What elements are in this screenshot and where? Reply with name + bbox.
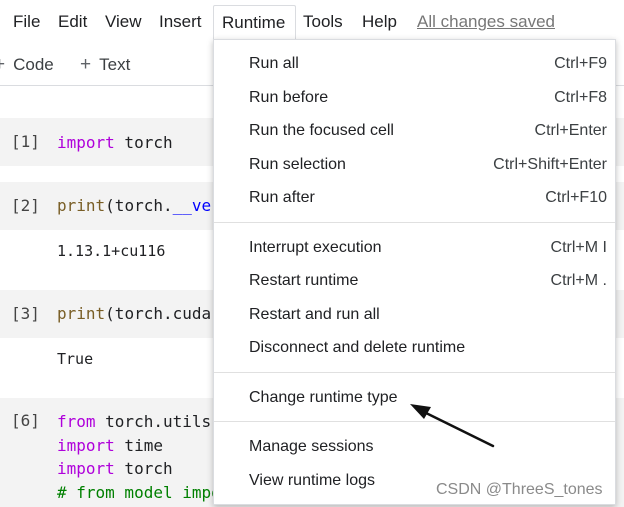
menu-help[interactable]: Help [362,11,397,33]
menu-item-shortcut: Ctrl+M I [550,239,607,256]
code-text: time [114,435,163,455]
menu-item-run-focused-cell[interactable]: Run the focused cell Ctrl+Enter [214,115,615,148]
add-code-button[interactable]: + Code [0,54,54,76]
code-keyword: import [57,133,115,152]
menu-item-shortcut: Ctrl+F10 [545,189,607,206]
menu-item-shortcut: Ctrl+F8 [554,89,607,106]
menu-item-restart-and-run-all[interactable]: Restart and run all [214,299,615,332]
menu-divider [214,372,615,373]
menu-insert[interactable]: Insert [159,11,202,33]
code-text: (torch.cuda [105,304,212,323]
code-function: print [57,196,106,215]
cell-code[interactable]: print(torch.__ve [57,194,211,218]
code-keyword: from [57,412,96,431]
code-function: print [57,304,106,323]
menu-item-restart-runtime[interactable]: Restart runtime Ctrl+M . [214,265,615,298]
code-keyword: import [57,435,115,455]
menu-bar: File Edit View Insert Runtime Tools Help… [0,0,624,44]
menu-edit[interactable]: Edit [58,11,87,33]
menu-item-run-all[interactable]: Run all Ctrl+F9 [214,48,615,81]
menu-item-run-selection[interactable]: Run selection Ctrl+Shift+Enter [214,149,615,182]
code-text: torch [114,133,173,152]
menu-item-shortcut: Ctrl+M . [550,272,607,289]
code-attribute: __ve [172,196,212,215]
menu-item-interrupt-execution[interactable]: Interrupt execution Ctrl+M I [214,232,615,265]
add-code-label: Code [13,55,54,74]
menu-item-label: Disconnect and delete runtime [249,339,466,356]
menu-item-label: Change runtime type [249,389,398,406]
menu-item-label: Run before [249,89,329,106]
code-text: (torch. [105,196,173,215]
menu-item-label: Run after [249,189,315,206]
menu-item-disconnect-delete-runtime[interactable]: Disconnect and delete runtime [214,332,615,365]
code-text: torch [114,459,173,478]
menu-item-label: Run selection [249,156,346,173]
code-comment: # from model impo [57,482,221,502]
menu-item-label: Run all [249,55,299,72]
menu-item-label: View runtime logs [249,472,375,489]
menu-divider [214,222,615,223]
cell-prompt: [2] [11,196,40,215]
menu-view[interactable]: View [105,11,142,33]
menu-item-label: Interrupt execution [249,239,382,256]
menu-item-label: Manage sessions [249,438,374,455]
cell-prompt: [6] [11,411,40,430]
cell-output: True [57,350,94,368]
cell-code[interactable]: print(torch.cuda [57,302,211,326]
menu-file[interactable]: File [13,11,40,33]
menu-item-shortcut: Ctrl+Enter [534,122,607,139]
menu-runtime[interactable]: Runtime [213,5,296,40]
cell-prompt: [1] [11,132,40,151]
cell-code[interactable]: import torch [57,131,173,155]
cell-prompt: [3] [11,304,40,323]
menu-item-run-before[interactable]: Run before Ctrl+F8 [214,82,615,115]
plus-icon: + [0,54,5,75]
menu-item-shortcut: Ctrl+Shift+Enter [493,156,607,173]
add-text-button[interactable]: + Text [80,54,130,76]
cell-code[interactable]: from torch.utils import time import torc… [57,410,221,504]
menu-item-label: Run the focused cell [249,122,394,139]
menu-tools[interactable]: Tools [303,11,343,33]
menu-item-run-after[interactable]: Run after Ctrl+F10 [214,182,615,215]
cell-output: 1.13.1+cu116 [57,242,166,260]
watermark: CSDN @ThreeS_tones [436,481,603,498]
plus-icon: + [80,54,92,75]
code-text: torch.utils [95,412,212,431]
save-status-link[interactable]: All changes saved [417,11,555,33]
add-text-label: Text [99,55,131,74]
menu-runtime-label: Runtime [222,13,286,32]
menu-item-label: Restart runtime [249,272,359,289]
menu-item-label: Restart and run all [249,306,380,323]
annotation-arrow-icon [410,404,495,448]
code-keyword: import [57,459,115,478]
menu-item-shortcut: Ctrl+F9 [554,55,607,72]
